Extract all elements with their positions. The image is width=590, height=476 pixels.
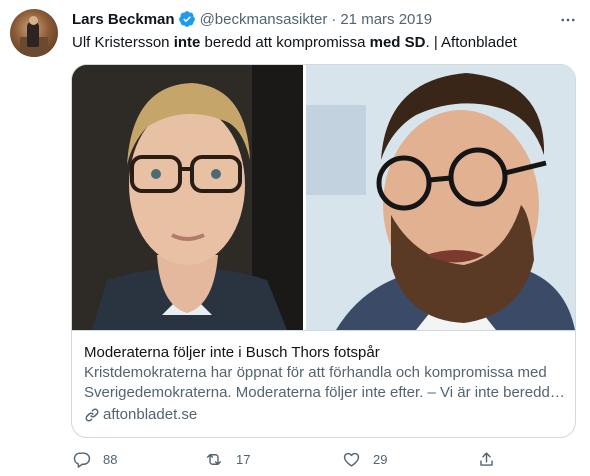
author-avatar[interactable] [10,9,58,57]
author-handle[interactable]: @beckmansasikter [200,11,328,28]
card-description-line-1: Kristdemokraterna har öppnat för att för… [84,364,547,381]
card-image [72,65,575,330]
tweet-actions: 88 17 29 [72,450,502,470]
verified-badge-icon [178,11,195,27]
tweet-header: Lars Beckman @beckmansasikter · 21 mars … [72,9,432,29]
card-body: Moderaterna följer inte i Busch Thors fo… [72,330,575,437]
link-icon [85,408,99,422]
card-domain[interactable]: aftonbladet.se [84,405,563,425]
reply-button[interactable]: 88 [72,450,117,469]
tweet-date[interactable]: 21 mars 2019 [340,11,432,28]
link-preview-card[interactable]: Moderaterna följer inte i Busch Thors fo… [71,64,576,438]
reply-icon [73,452,91,468]
like-count: 29 [373,452,388,467]
retweet-count: 17 [236,452,251,467]
like-button[interactable]: 29 [342,450,387,469]
card-photo-left [72,65,303,330]
more-options-icon[interactable] [556,8,580,32]
retweet-button[interactable]: 17 [204,450,250,469]
separator-dot: · [331,10,337,28]
card-description-line-2: Sverigedemokraterna. Moderaterna följer … [84,384,565,401]
heart-icon [343,452,360,467]
share-button[interactable] [477,450,508,469]
author-name[interactable]: Lars Beckman [72,11,175,28]
reply-count: 88 [103,452,118,467]
share-icon [480,452,493,466]
tweet-text: Ulf Kristersson inte beredd att kompromi… [72,34,517,51]
card-title[interactable]: Moderaterna följer inte i Busch Thors fo… [84,343,563,363]
retweet-icon [206,454,222,465]
card-photo-right [306,65,575,330]
